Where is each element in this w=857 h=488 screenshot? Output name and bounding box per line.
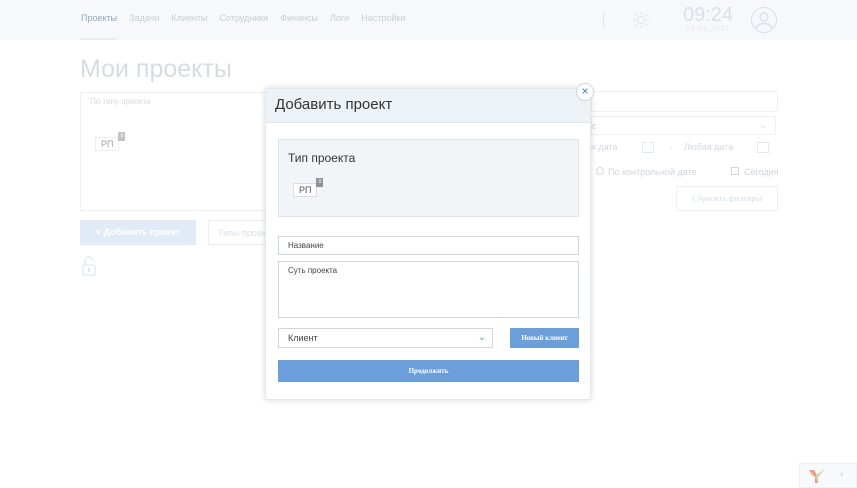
project-name-input[interactable]: Название — [278, 236, 579, 255]
project-type-title: Тип проекта — [288, 151, 356, 165]
client-select[interactable]: Клиент ⌄ — [278, 328, 493, 348]
new-client-button[interactable]: Новый клиент — [510, 328, 579, 348]
modal-project-type-tag[interactable]: РП 0 — [293, 178, 324, 197]
tag-label: РП — [299, 185, 312, 195]
project-type-section: Тип проекта РП 0 — [278, 139, 579, 217]
page-root: Проекты Задачи Клиенты Сотрудники Финанс… — [0, 0, 857, 488]
modal-header: Добавить проект — [266, 89, 590, 123]
tag-count-badge: 0 — [316, 178, 324, 187]
project-essence-textarea[interactable]: Суть проекта — [278, 261, 579, 318]
chevron-down-icon: ⌄ — [477, 332, 486, 343]
close-icon[interactable]: × — [576, 83, 594, 101]
client-select-value: Клиент — [288, 333, 318, 343]
modal-title: Добавить проект — [275, 96, 393, 113]
continue-button[interactable]: Продолжить — [278, 360, 579, 382]
